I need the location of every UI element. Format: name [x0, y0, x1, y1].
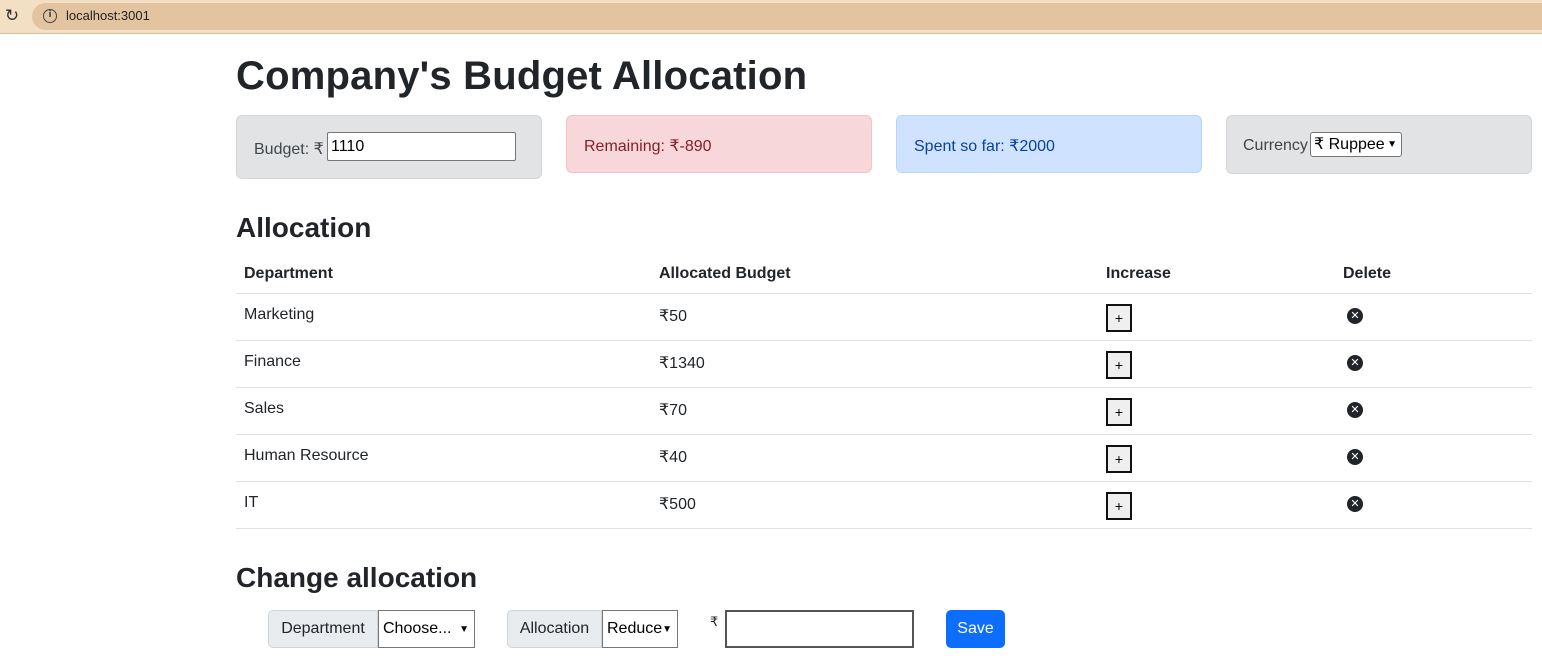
increase-button[interactable]: + [1106, 445, 1132, 473]
department-input-label: Department [268, 610, 378, 648]
header-allocated-budget: Allocated Budget [659, 265, 791, 282]
table-row: Finance ₹1340 + ✕ [236, 341, 1532, 388]
address-bar[interactable]: i localhost:3001 [32, 3, 1542, 30]
change-allocation-title: Change allocation [236, 562, 478, 593]
header-delete: Delete [1343, 265, 1392, 282]
chevron-down-icon: ▼ [1387, 139, 1397, 150]
chevron-down-icon: ▼ [662, 624, 672, 635]
delete-icon[interactable]: ✕ [1347, 496, 1363, 512]
increase-button[interactable]: + [1106, 492, 1132, 520]
table-row: Marketing ₹50 + ✕ [236, 294, 1532, 341]
amount-input[interactable] [725, 610, 914, 648]
save-button[interactable]: Save [946, 610, 1005, 648]
page-title: Company's Budget Allocation [236, 54, 808, 98]
delete-icon[interactable]: ✕ [1347, 355, 1363, 371]
header-increase: Increase [1106, 265, 1171, 282]
currency-selected-value: ₹ Ruppee [1314, 136, 1385, 153]
allocation-type-select[interactable]: Reduce ▼ [602, 610, 678, 648]
increase-button[interactable]: + [1106, 304, 1132, 332]
allocation-selected-value: Reduce [607, 620, 663, 637]
delete-icon[interactable]: ✕ [1347, 402, 1363, 418]
allocation-title: Allocation [236, 212, 372, 243]
row-department: IT [244, 494, 259, 511]
info-icon[interactable]: i [43, 9, 57, 23]
budget-card: Budget: ₹ [236, 115, 542, 179]
currency-card: Currency ₹ Ruppee ▼ [1226, 115, 1532, 174]
spent-card: Spent so far: ₹2000 [896, 115, 1202, 173]
increase-button[interactable]: + [1106, 351, 1132, 379]
delete-icon[interactable]: ✕ [1347, 449, 1363, 465]
row-budget: ₹500 [659, 496, 696, 513]
budget-input[interactable] [327, 132, 516, 161]
currency-select[interactable]: ₹ Ruppee ▼ [1310, 132, 1402, 157]
spent-text: Spent so far: ₹2000 [914, 138, 1055, 155]
row-budget: ₹40 [659, 449, 687, 466]
row-department: Human Resource [244, 447, 369, 464]
currency-prefix: ₹ [710, 614, 719, 629]
row-department: Marketing [244, 306, 315, 323]
remaining-card: Remaining: ₹-890 [566, 115, 872, 173]
browser-toolbar: ↻ i localhost:3001 [0, 0, 1542, 34]
allocation-input-label: Allocation [507, 610, 602, 648]
budget-label: Budget: ₹ [254, 141, 324, 158]
row-budget: ₹70 [659, 402, 687, 419]
url-text[interactable]: localhost:3001 [66, 8, 150, 23]
currency-label: Currency [1243, 137, 1308, 154]
row-budget: ₹1340 [659, 355, 705, 372]
table-row: Human Resource ₹40 + ✕ [236, 435, 1532, 482]
table-row: Sales ₹70 + ✕ [236, 388, 1532, 435]
delete-icon[interactable]: ✕ [1347, 308, 1363, 324]
remaining-text: Remaining: ₹-890 [584, 138, 712, 155]
department-selected-value: Choose... [383, 620, 452, 637]
chevron-down-icon: ▼ [459, 624, 469, 635]
reload-icon[interactable]: ↻ [2, 6, 22, 26]
increase-button[interactable]: + [1106, 398, 1132, 426]
header-department: Department [244, 265, 333, 282]
table-row: IT ₹500 + ✕ [236, 482, 1532, 529]
row-budget: ₹50 [659, 308, 687, 325]
row-department: Sales [244, 400, 285, 417]
department-select[interactable]: Choose... ▼ [378, 610, 475, 648]
row-department: Finance [244, 353, 301, 370]
